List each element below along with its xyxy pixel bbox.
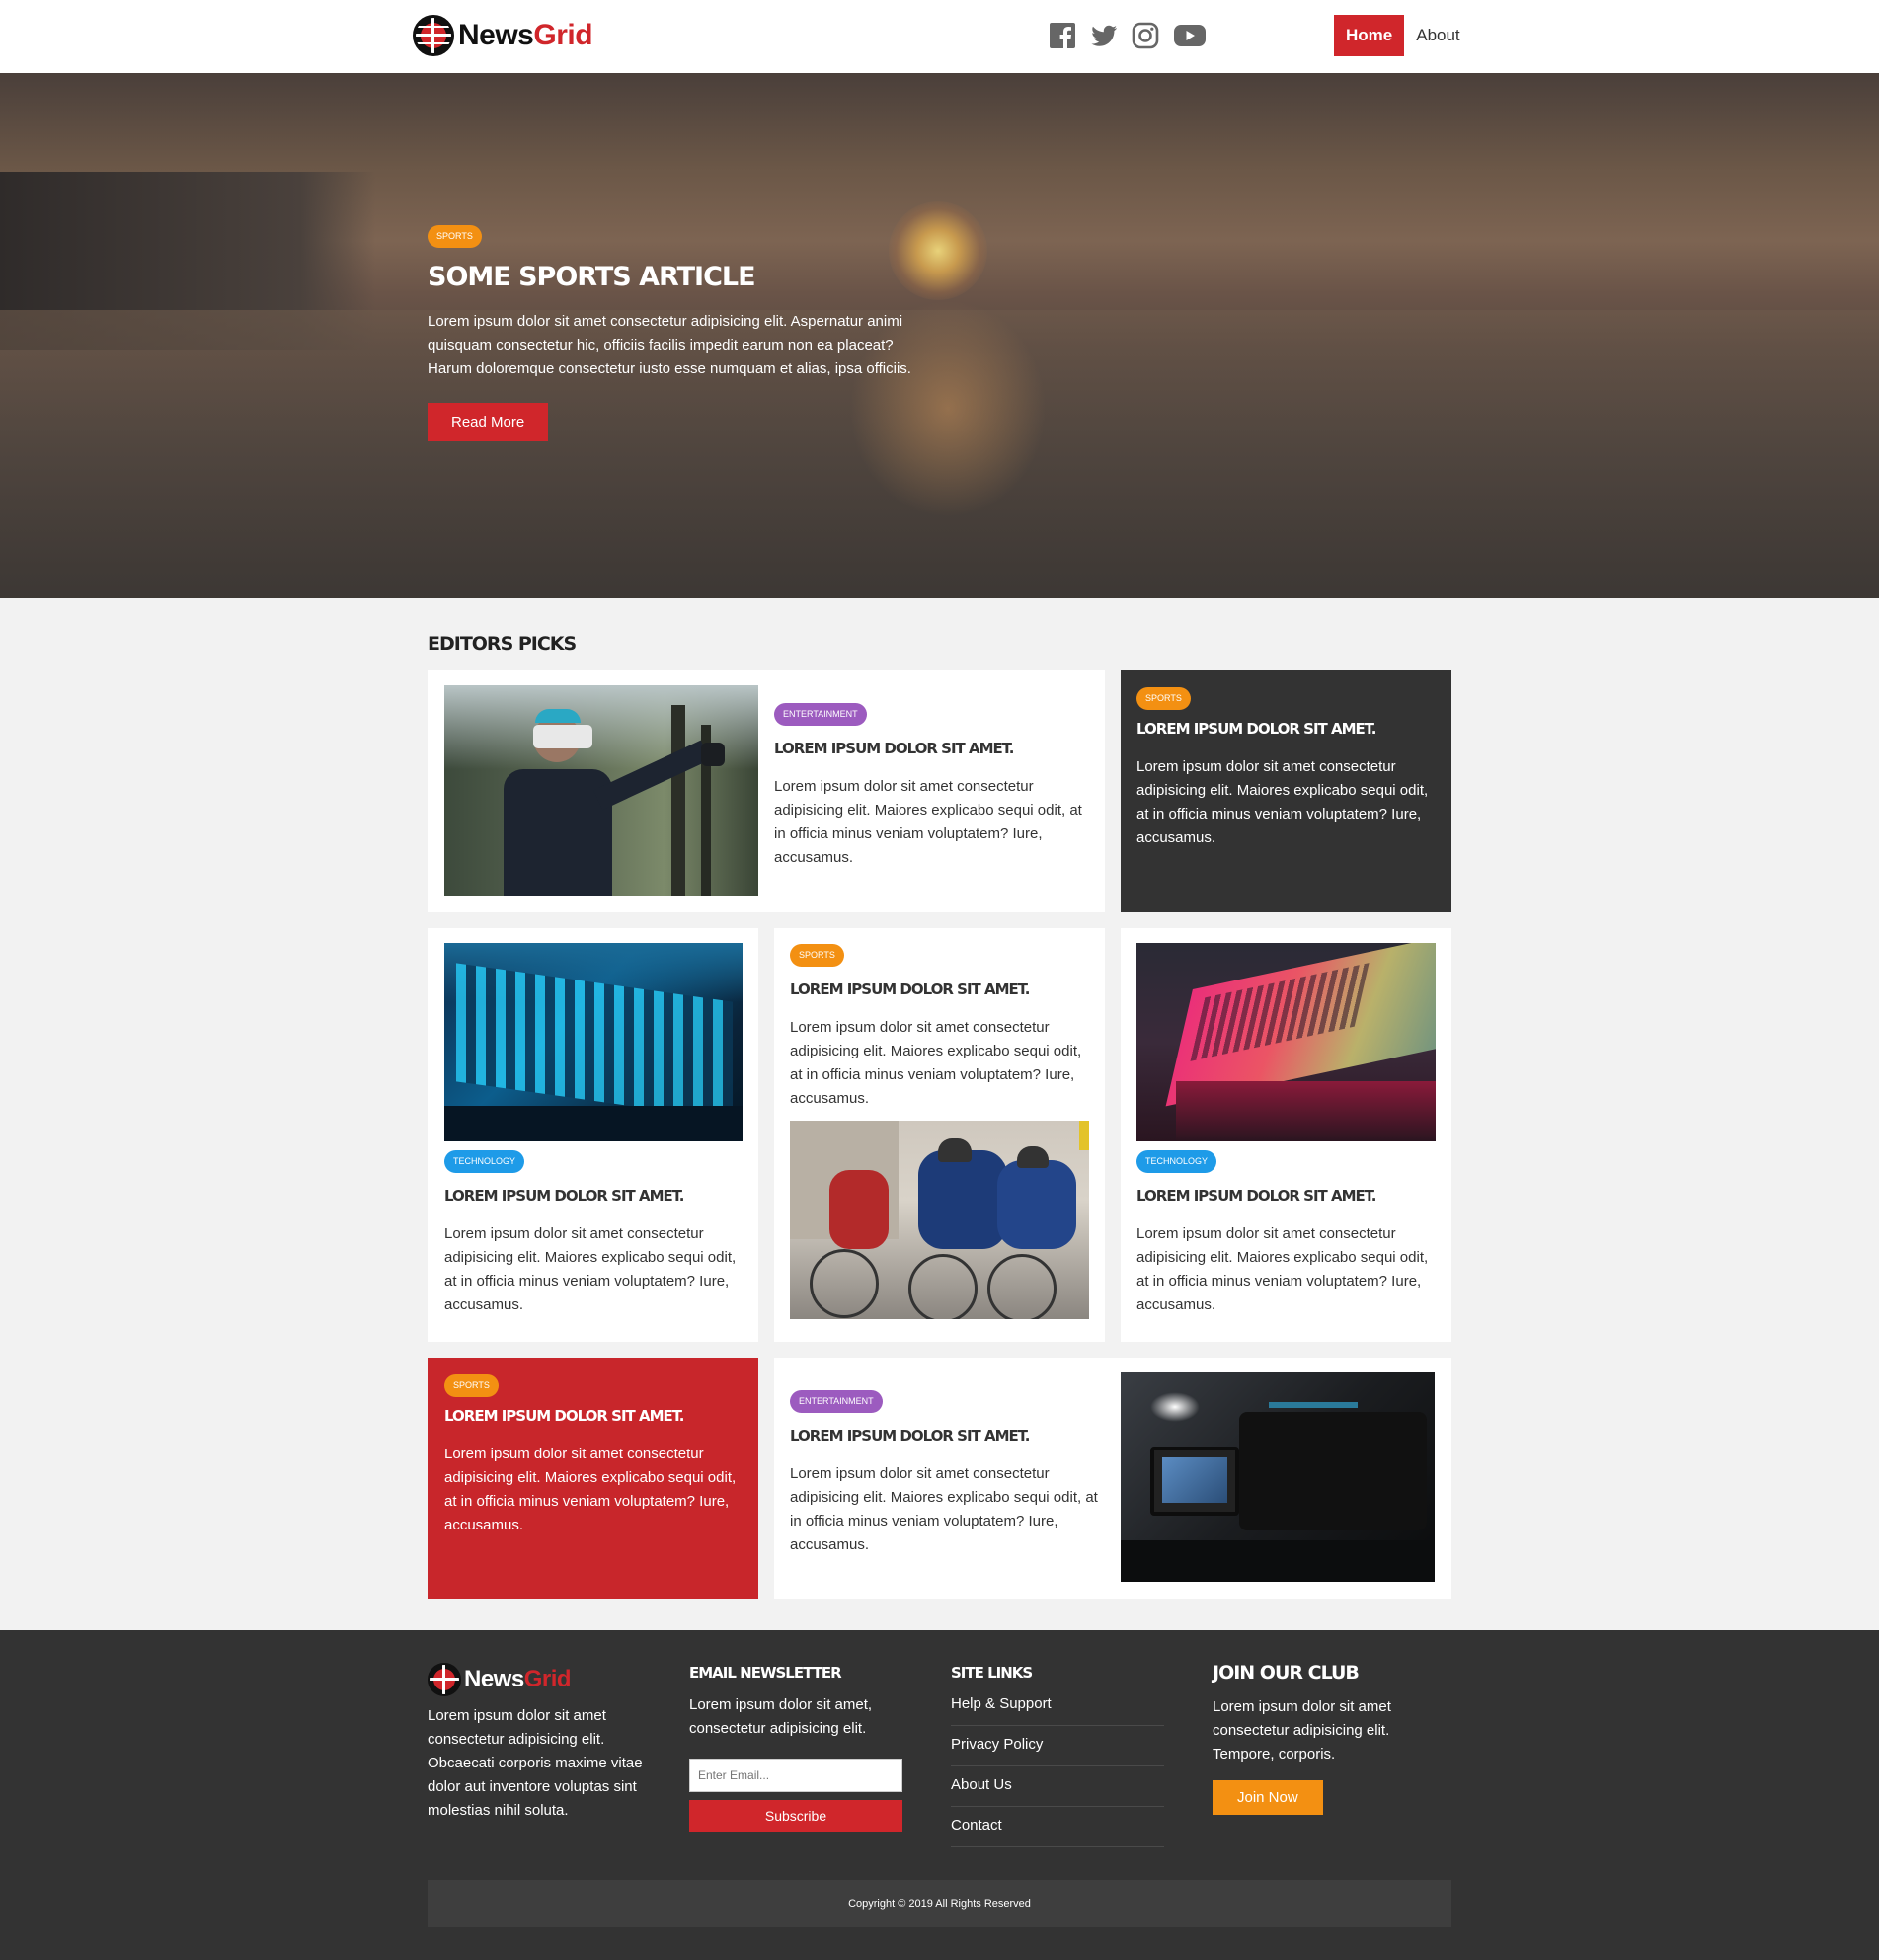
card-text: Lorem ipsum dolor sit amet consectetur a…	[444, 1446, 737, 1533]
globe-icon	[428, 1663, 461, 1696]
read-more-button[interactable]: Read More	[428, 403, 549, 441]
footer-logo[interactable]: NewsGrid	[428, 1663, 655, 1696]
club-text: Lorem ipsum dolor sit amet consectetur a…	[1213, 1698, 1391, 1763]
editors-picks-heading: Editors Picks	[428, 633, 577, 655]
footer-about: NewsGrid Lorem ipsum dolor sit amet cons…	[428, 1660, 655, 1823]
club-title: Join Our Club	[1213, 1662, 1360, 1684]
social-links	[1049, 22, 1207, 49]
card-title[interactable]: Lorem ipsum dolor sit amet.	[444, 1187, 745, 1205]
site-links-title: Site Links	[951, 1664, 1033, 1682]
card-title[interactable]: Lorem ipsum dolor sit amet.	[1136, 1187, 1438, 1205]
card-body: Sports Lorem ipsum dolor sit amet. Lorem…	[1136, 687, 1438, 850]
footer-link-contact[interactable]: Contact	[951, 1807, 1164, 1847]
twitter-icon[interactable]	[1090, 22, 1118, 49]
card-title[interactable]: Lorem ipsum dolor sit amet.	[790, 980, 1091, 998]
card-title[interactable]: Lorem ipsum dolor sit amet.	[774, 740, 1090, 757]
cyclists-image	[790, 1121, 1089, 1319]
category-badge[interactable]: Sports	[444, 1374, 499, 1397]
card-body: Technology Lorem ipsum dolor sit amet. L…	[444, 1150, 745, 1317]
category-badge[interactable]: Entertainment	[774, 703, 867, 726]
card-text: Lorem ipsum dolor sit amet consectetur a…	[1136, 758, 1429, 846]
article-card-laptop[interactable]: Technology Lorem ipsum dolor sit amet. L…	[1121, 928, 1451, 1342]
hero-text: Lorem ipsum dolor sit amet consectetur a…	[428, 313, 911, 377]
site-logo[interactable]: NewsGrid	[413, 15, 593, 56]
main-nav: Home About	[1334, 15, 1472, 56]
footer-club: Join Our Club Lorem ipsum dolor sit amet…	[1213, 1660, 1449, 1815]
card-text: Lorem ipsum dolor sit amet consectetur a…	[790, 1019, 1082, 1107]
facebook-icon[interactable]	[1049, 22, 1076, 49]
globe-icon	[413, 15, 454, 56]
video-camera-image	[1121, 1372, 1435, 1582]
vr-headset-image	[444, 685, 758, 896]
card-body: Sports Lorem ipsum dolor sit amet. Lorem…	[790, 944, 1091, 1111]
category-badge[interactable]: Sports	[790, 944, 844, 967]
hero-banner: Sports Some Sports Article Lorem ipsum d…	[0, 73, 1879, 598]
article-card-vr[interactable]: Entertainment Lorem ipsum dolor sit amet…	[428, 670, 1105, 912]
footer-site-links: Site Links Help & Support Privacy Policy…	[951, 1660, 1178, 1847]
server-rack-image	[444, 943, 743, 1141]
copyright-bar: Copyright © 2019 All Rights Reserved	[428, 1880, 1451, 1927]
nav-about[interactable]: About	[1404, 15, 1471, 56]
site-links-list: Help & Support Privacy Policy About Us C…	[951, 1686, 1164, 1847]
footer-about-text: Lorem ipsum dolor sit amet consectetur a…	[428, 1707, 643, 1819]
hero-category-badge[interactable]: Sports	[428, 225, 482, 248]
subscribe-button[interactable]: Subscribe	[689, 1800, 902, 1832]
footer-newsletter: Email Newsletter Lorem ipsum dolor sit a…	[689, 1660, 916, 1832]
article-card-dark[interactable]: Sports Lorem ipsum dolor sit amet. Lorem…	[1121, 670, 1451, 912]
card-title[interactable]: Lorem ipsum dolor sit amet.	[444, 1407, 745, 1425]
card-text: Lorem ipsum dolor sit amet consectetur a…	[774, 778, 1082, 866]
footer-link-help[interactable]: Help & Support	[951, 1686, 1164, 1726]
footer-link-about[interactable]: About Us	[951, 1766, 1164, 1807]
card-body: Technology Lorem ipsum dolor sit amet. L…	[1136, 1150, 1438, 1317]
card-title[interactable]: Lorem ipsum dolor sit amet.	[790, 1427, 1106, 1445]
card-body: Entertainment Lorem ipsum dolor sit amet…	[774, 703, 1090, 870]
hero-title: Some Sports Article	[428, 262, 756, 292]
category-badge[interactable]: Entertainment	[790, 1390, 883, 1413]
article-card-cycling[interactable]: Sports Lorem ipsum dolor sit amet. Lorem…	[774, 928, 1105, 1342]
footer-link-privacy[interactable]: Privacy Policy	[951, 1726, 1164, 1766]
hero-content: Sports Some Sports Article Lorem ipsum d…	[428, 225, 941, 441]
card-text: Lorem ipsum dolor sit amet consectetur a…	[1136, 1225, 1429, 1313]
logo-text: NewsGrid	[464, 1666, 572, 1692]
youtube-icon[interactable]	[1173, 22, 1207, 49]
article-card-camera[interactable]: Entertainment Lorem ipsum dolor sit amet…	[774, 1358, 1451, 1599]
card-title[interactable]: Lorem ipsum dolor sit amet.	[1136, 720, 1438, 738]
laptop-keyboard-image	[1136, 943, 1436, 1141]
nav-home[interactable]: Home	[1334, 15, 1405, 56]
article-card-red[interactable]: Sports Lorem ipsum dolor sit amet. Lorem…	[428, 1358, 758, 1599]
category-badge[interactable]: Technology	[444, 1150, 525, 1173]
email-field[interactable]	[689, 1759, 902, 1792]
category-badge[interactable]: Sports	[1136, 687, 1191, 710]
card-text: Lorem ipsum dolor sit amet consectetur a…	[790, 1465, 1098, 1553]
card-body: Entertainment Lorem ipsum dolor sit amet…	[790, 1390, 1106, 1557]
newsletter-title: Email Newsletter	[689, 1664, 842, 1682]
card-body: Sports Lorem ipsum dolor sit amet. Lorem…	[444, 1374, 745, 1537]
category-badge[interactable]: Technology	[1136, 1150, 1217, 1173]
join-now-button[interactable]: Join Now	[1213, 1780, 1323, 1815]
top-navbar: NewsGrid Home About	[0, 0, 1879, 73]
logo-text: NewsGrid	[458, 19, 593, 51]
site-footer: NewsGrid Lorem ipsum dolor sit amet cons…	[0, 1630, 1879, 1960]
newsletter-text: Lorem ipsum dolor sit amet, consectetur …	[689, 1696, 873, 1737]
card-text: Lorem ipsum dolor sit amet consectetur a…	[444, 1225, 737, 1313]
article-card-server[interactable]: Technology Lorem ipsum dolor sit amet. L…	[428, 928, 758, 1342]
instagram-icon[interactable]	[1132, 22, 1159, 49]
